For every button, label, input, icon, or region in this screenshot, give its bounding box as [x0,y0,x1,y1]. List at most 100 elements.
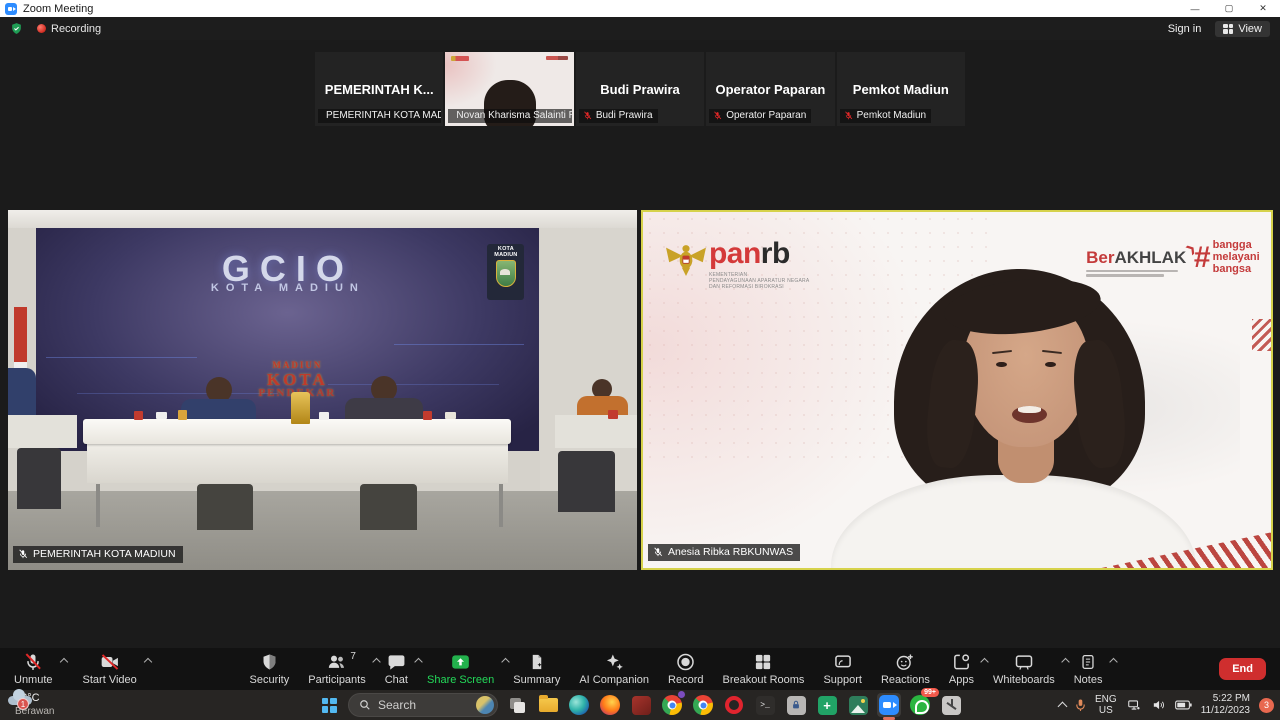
chevron-up-icon[interactable] [981,658,989,666]
opera-browser-icon[interactable] [722,693,746,717]
minimize-button[interactable]: — [1178,0,1212,17]
record-button[interactable]: Record [668,652,703,686]
chrome-badge [677,690,686,699]
main-video-conference-room[interactable]: GCIO KOTA MADIUN KOTA MADIUN MADIUN KOTA… [8,210,637,570]
sign-in-button[interactable]: Sign in [1168,23,1202,35]
meeting-info-bar: Recording Sign in View [0,17,1280,40]
mic-off-icon [23,652,43,672]
summary-icon [528,652,545,672]
clock-app-icon[interactable] [939,693,963,717]
green-plus-app-icon[interactable]: + [815,693,839,717]
close-button[interactable]: ✕ [1246,0,1280,17]
chair [558,451,615,512]
chevron-up-icon[interactable] [415,658,423,666]
lock-app-icon[interactable] [784,693,808,717]
apps-button[interactable]: Apps [949,652,974,686]
berakhlak-logo: BerAKHLAK❯ [1086,248,1186,277]
chevron-up-icon[interactable] [59,658,67,666]
zoom-taskbar-icon[interactable] [877,693,901,717]
notes-button[interactable]: Notes [1074,652,1103,686]
mic-off-icon [653,547,663,557]
chrome-profile-icon[interactable] [660,693,684,717]
participant-label: PEMERINTAH KOTA MADIUN [318,109,441,123]
search-icon [359,699,371,711]
breakout-rooms-button[interactable]: Breakout Rooms [723,652,805,686]
reactions-button[interactable]: Reactions [881,652,930,686]
start-video-button[interactable]: Start Video [83,652,137,686]
participant-label: Novan Kharisma Salainti R... [448,109,571,123]
breakout-rooms-icon [754,652,773,672]
thumbnail-pemerintah-kota-madiun[interactable]: PEMERINTAH K... PEMERINTAH KOTA MADIUN [315,52,443,126]
thumbnail-budi-prawira[interactable]: Budi Prawira Budi Prawira [576,52,704,126]
recording-label: Recording [51,23,101,35]
garuda-pancasila-emblem [665,235,707,277]
weather-widget[interactable]: 1 33°C Berawan [8,692,54,718]
edge-browser-icon[interactable] [567,693,591,717]
summary-button[interactable]: Summary [513,652,560,686]
hidden-icons-chevron[interactable] [1058,702,1068,712]
battery-icon[interactable] [1175,699,1192,711]
chevron-up-icon[interactable] [501,658,509,666]
chevron-up-icon[interactable] [1109,658,1117,666]
mic-muted-icon [583,111,592,120]
share-screen-icon [450,652,472,672]
whiteboards-button[interactable]: Whiteboards [993,652,1055,686]
network-icon[interactable] [1126,698,1142,712]
side-table [555,415,637,447]
shield-icon [260,652,278,672]
speaker-mouth [1012,406,1047,423]
chevron-up-icon[interactable] [1061,658,1069,666]
support-button[interactable]: Support [823,652,862,686]
participants-count-badge: 7 [350,651,356,662]
thumbnail-pemkot-madiun[interactable]: Pemkot Madiun Pemkot Madiun [837,52,965,126]
red-app-icon[interactable] [629,693,653,717]
volume-icon[interactable] [1151,698,1166,712]
lock-icon [791,700,801,710]
mic-in-use-icon[interactable] [1075,698,1086,712]
window-title-bar: Zoom Meeting — ▢ ✕ [0,0,1280,17]
thumbnail-operator-paparan[interactable]: Operator Paparan Operator Paparan [706,52,834,126]
task-view-button[interactable] [505,693,529,717]
language-indicator[interactable]: ENG US [1095,694,1117,717]
window-title: Zoom Meeting [23,3,93,15]
active-video-label: Anesia Ribka RBKUNWAS [648,544,800,561]
whiteboard-icon [1013,652,1034,672]
whatsapp-icon[interactable]: 99+ [908,693,932,717]
windows-taskbar: 1 33°C Berawan Search >_ + [0,690,1280,720]
ai-companion-button[interactable]: AI Companion [579,652,649,686]
security-button[interactable]: Security [250,652,290,686]
firefox-browser-icon[interactable] [598,693,622,717]
taskbar-search[interactable]: Search [348,693,498,717]
trophy [291,392,310,424]
chat-button[interactable]: Chat [385,652,408,686]
chat-icon [386,652,406,672]
end-meeting-button[interactable]: End [1219,658,1266,680]
participant-label: Operator Paparan [709,109,811,123]
notification-count-badge[interactable]: 3 [1259,698,1274,713]
taskbar-clock[interactable]: 5:22 PM 11/12/2023 [1201,693,1250,718]
start-button[interactable] [317,693,341,717]
mic-muted-icon [844,111,853,120]
gcio-backdrop: GCIO KOTA MADIUN KOTA MADIUN [36,228,539,451]
main-video-active-speaker[interactable]: panrb KEMENTERIAN PENDAYAGUNAAN APARATUR… [641,210,1273,570]
backdrop-subtitle: KOTA MADIUN [36,282,539,294]
unmute-button[interactable]: Unmute [14,652,53,686]
share-screen-button[interactable]: Share Screen [427,652,494,686]
mic-muted-icon [713,111,722,120]
participants-icon [326,652,348,672]
chrome-icon[interactable] [691,693,715,717]
maximize-button[interactable]: ▢ [1212,0,1246,17]
thumbnail-novan-kharisma[interactable]: Novan Kharisma Salainti R... [445,52,573,126]
encryption-shield-icon [10,22,23,35]
conference-table-front [87,443,508,483]
terminal-icon[interactable]: >_ [753,693,777,717]
chevron-up-icon[interactable] [372,658,380,666]
video-off-icon [99,652,121,672]
image-editor-app-icon[interactable] [846,693,870,717]
participants-button[interactable]: 7 Participants [308,652,365,686]
chevron-up-icon[interactable] [144,658,152,666]
file-explorer-icon[interactable] [536,693,560,717]
kota-madiun-crest: KOTA MADIUN [487,244,524,300]
view-button[interactable]: View [1215,21,1270,37]
berakhlak-logo-small [546,56,568,60]
